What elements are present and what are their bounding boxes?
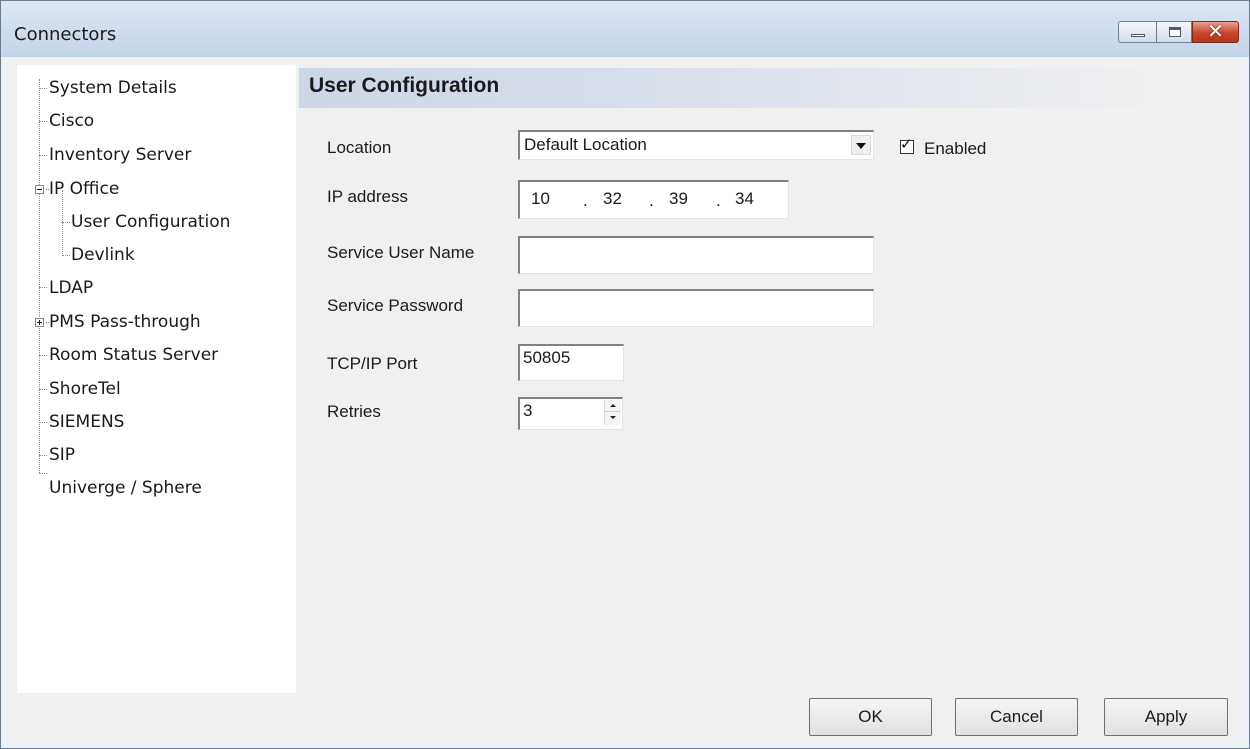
tree-line bbox=[39, 155, 47, 156]
tree-item-label: SIP bbox=[49, 445, 76, 465]
tree-item-sip[interactable]: SIP bbox=[49, 441, 75, 469]
ip-separator: . bbox=[583, 191, 588, 210]
window-title: Connectors bbox=[14, 24, 117, 45]
collapse-icon[interactable] bbox=[35, 185, 44, 194]
tree-item-label: IP Office bbox=[49, 179, 120, 199]
location-value: Default Location bbox=[524, 135, 647, 154]
tree-item-label: Inventory Server bbox=[49, 145, 192, 165]
tree-line bbox=[39, 422, 47, 423]
tree-item-system-details[interactable]: System Details bbox=[49, 74, 177, 102]
tree-item-label: SIEMENS bbox=[49, 412, 125, 432]
tree-item-room-status-server[interactable]: Room Status Server bbox=[49, 341, 218, 369]
tree-item-shoretel[interactable]: ShoreTel bbox=[49, 375, 121, 403]
minimize-button[interactable] bbox=[1118, 21, 1156, 43]
ip-octet[interactable]: 32 bbox=[603, 189, 622, 209]
tree-item-cisco[interactable]: Cisco bbox=[49, 107, 94, 135]
ip-address-label: IP address bbox=[327, 187, 408, 206]
tree-line bbox=[39, 355, 47, 356]
spin-down-icon[interactable] bbox=[605, 412, 621, 424]
tcp-ip-port-value: 50805 bbox=[523, 348, 571, 367]
tcp-ip-port-input[interactable]: 50805 bbox=[518, 344, 624, 381]
ip-octet[interactable]: 34 bbox=[735, 189, 754, 209]
tree-item-pms-pass-through[interactable]: PMS Pass-through bbox=[49, 308, 201, 336]
close-icon: ✕ bbox=[1207, 19, 1224, 43]
retries-stepper[interactable]: 3 bbox=[518, 397, 623, 430]
tree-item-user-configuration[interactable]: User Configuration bbox=[71, 208, 231, 236]
enabled-checkbox[interactable]: ✓ bbox=[900, 135, 914, 154]
tree-line bbox=[39, 287, 47, 288]
expand-icon[interactable] bbox=[35, 318, 44, 327]
tree-line bbox=[39, 79, 40, 473]
enabled-label: Enabled bbox=[924, 139, 987, 158]
ip-separator: . bbox=[649, 191, 654, 210]
tree-item-inventory-server[interactable]: Inventory Server bbox=[49, 141, 191, 169]
ip-separator: . bbox=[716, 191, 721, 210]
tcp-ip-port-label: TCP/IP Port bbox=[327, 354, 418, 373]
close-button[interactable]: ✕ bbox=[1192, 19, 1239, 43]
ip-octet[interactable]: 39 bbox=[669, 189, 688, 209]
chevron-down-icon[interactable] bbox=[851, 135, 871, 155]
tree-item-label: ShoreTel bbox=[49, 379, 121, 399]
dialog-client-area: System Details Cisco Inventory Server IP… bbox=[9, 57, 1241, 741]
panel-title: User Configuration bbox=[309, 74, 500, 97]
service-password-input[interactable] bbox=[518, 289, 874, 327]
tree-item-ip-office[interactable]: IP Office bbox=[49, 175, 119, 203]
connector-tree[interactable]: System Details Cisco Inventory Server IP… bbox=[17, 65, 296, 693]
ip-octet[interactable]: 10 bbox=[531, 189, 550, 209]
tree-item-ldap[interactable]: LDAP bbox=[49, 274, 93, 302]
location-label: Location bbox=[327, 138, 392, 157]
tree-item-label: Room Status Server bbox=[49, 345, 219, 365]
spin-up-icon[interactable] bbox=[605, 400, 621, 412]
retries-label: Retries bbox=[327, 402, 381, 421]
retries-value: 3 bbox=[523, 401, 533, 420]
location-dropdown[interactable]: Default Location bbox=[518, 130, 874, 160]
tree-item-devlink[interactable]: Devlink bbox=[71, 241, 135, 269]
panel-header: User Configuration bbox=[299, 68, 1179, 108]
retries-spinner bbox=[604, 400, 621, 425]
maximize-icon bbox=[1169, 27, 1181, 37]
cancel-button[interactable]: Cancel bbox=[955, 698, 1078, 736]
tree-line bbox=[62, 222, 70, 223]
tree-item-univerge-sphere[interactable]: Univerge / Sphere bbox=[49, 474, 202, 502]
checkmark-icon: ✓ bbox=[900, 135, 913, 153]
service-password-label: Service Password bbox=[327, 296, 464, 315]
tree-line bbox=[39, 473, 47, 474]
service-user-name-input[interactable] bbox=[518, 236, 874, 274]
tree-item-label: Cisco bbox=[49, 111, 95, 131]
tree-line bbox=[39, 88, 47, 89]
ip-address-field[interactable]: 10 . 32 . 39 . 34 bbox=[518, 180, 789, 219]
tree-item-label: Devlink bbox=[71, 245, 135, 265]
tree-line bbox=[62, 255, 70, 256]
tree-line bbox=[39, 389, 47, 390]
tree-line bbox=[39, 455, 47, 456]
connectors-window: Connectors ✕ System Details Cisco Invent… bbox=[0, 0, 1250, 749]
tree-item-label: Univerge / Sphere bbox=[49, 478, 202, 498]
service-user-name-label: Service User Name bbox=[327, 243, 475, 262]
apply-button[interactable]: Apply bbox=[1104, 698, 1228, 736]
tree-item-label: User Configuration bbox=[71, 212, 231, 232]
title-bar[interactable]: Connectors ✕ bbox=[1, 1, 1249, 57]
minimize-icon bbox=[1131, 34, 1145, 37]
ok-button[interactable]: OK bbox=[809, 698, 932, 736]
tree-line bbox=[39, 121, 47, 122]
tree-item-siemens[interactable]: SIEMENS bbox=[49, 408, 124, 436]
tree-item-label: PMS Pass-through bbox=[49, 312, 201, 332]
tree-item-label: LDAP bbox=[49, 278, 94, 298]
maximize-button[interactable] bbox=[1156, 21, 1192, 43]
tree-item-label: System Details bbox=[49, 78, 177, 98]
